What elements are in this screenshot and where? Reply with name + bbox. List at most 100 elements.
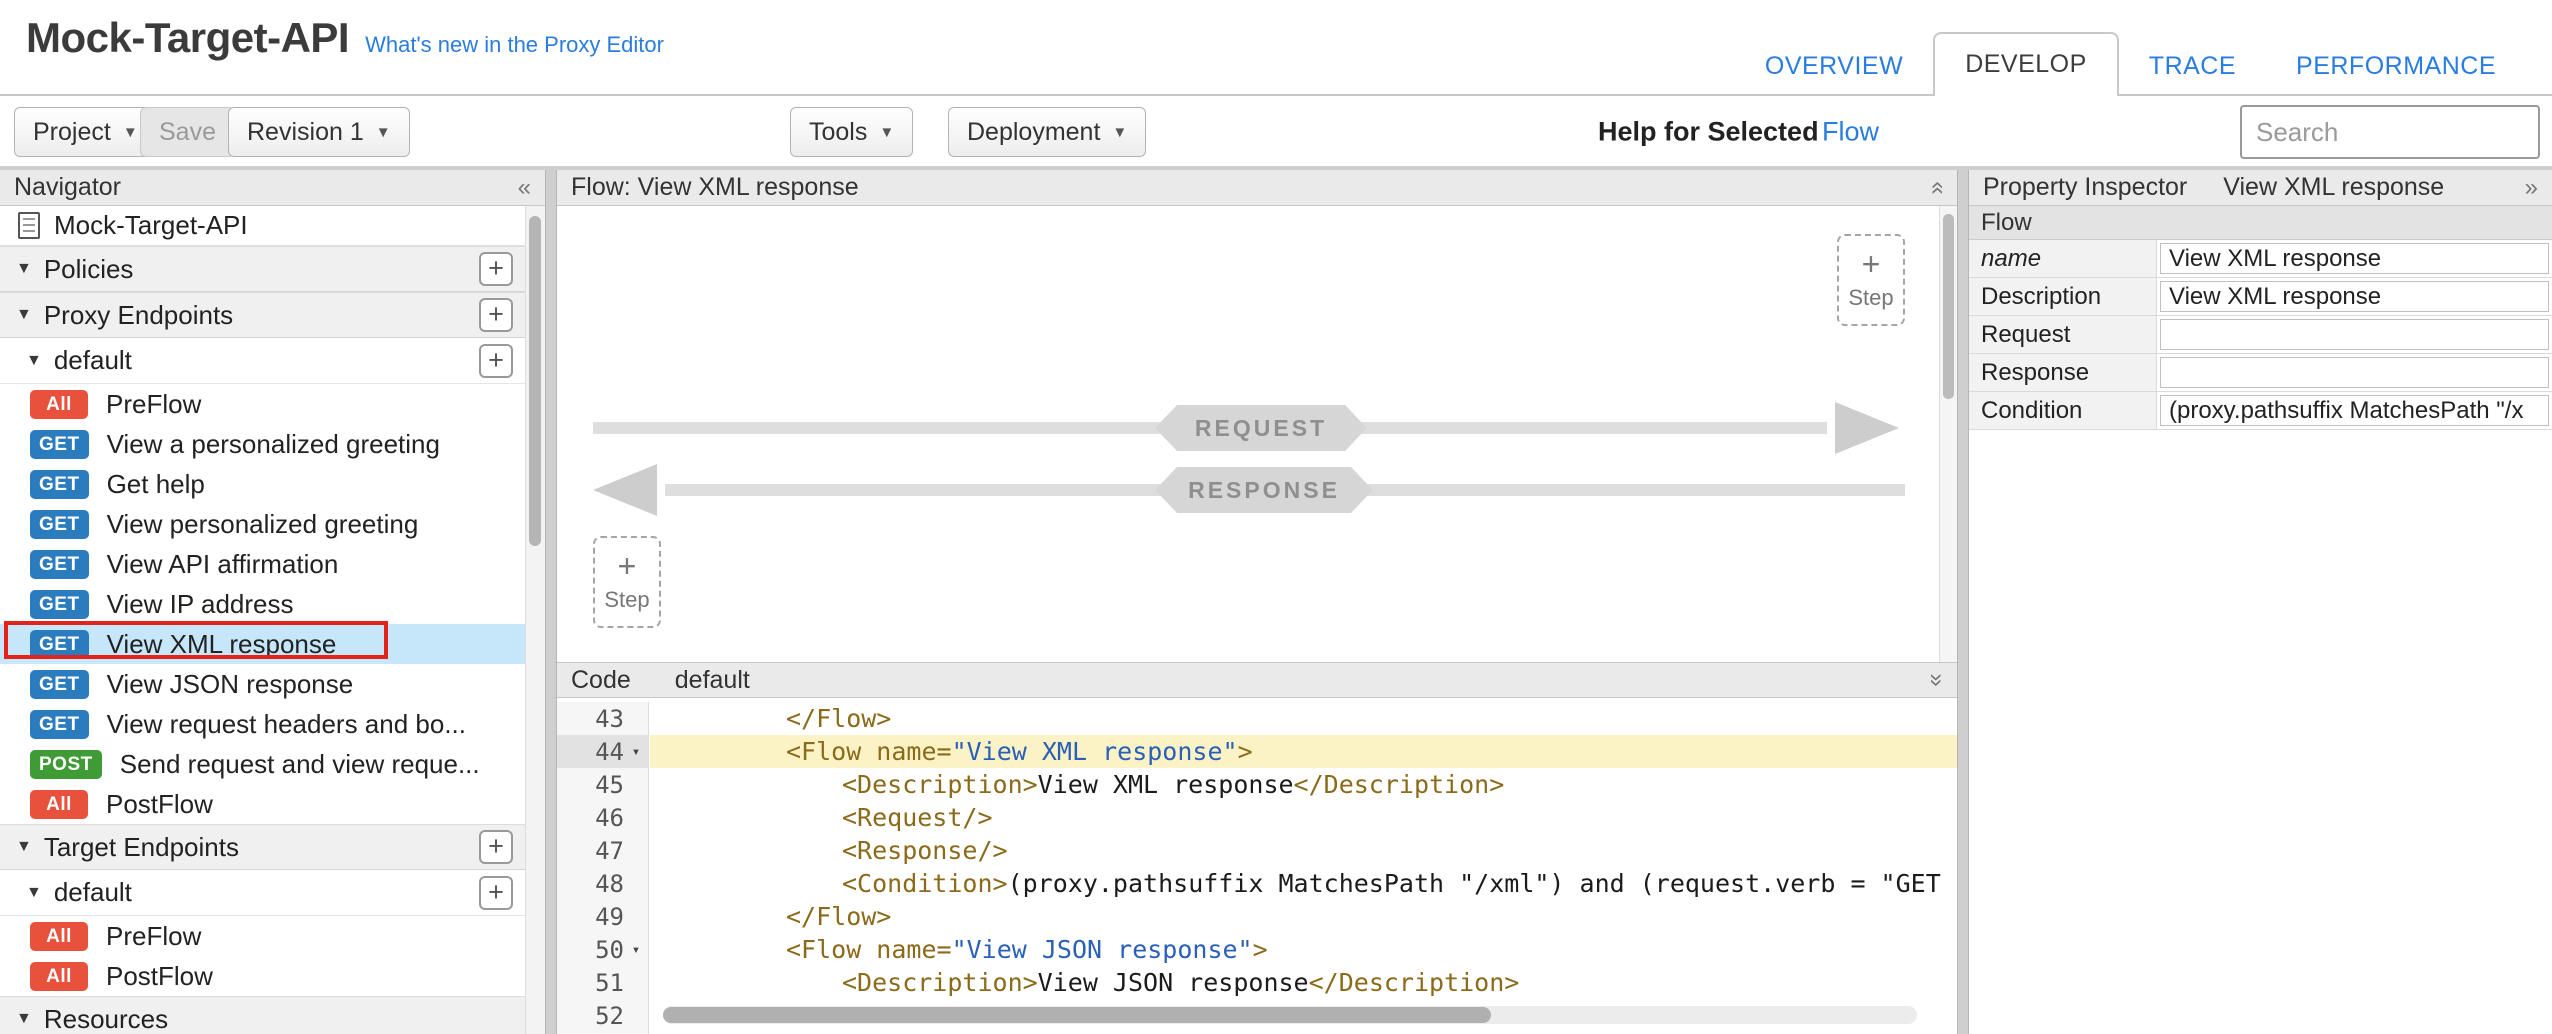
collapse-down-icon[interactable]: » — [1922, 673, 1950, 686]
nav-flow-view-a-personalized-greeting[interactable]: GETView a personalized greeting — [0, 424, 525, 464]
nav-flow-preflow[interactable]: AllPreFlow — [0, 916, 525, 956]
code-line[interactable]: <Condition>(proxy.pathsuffix MatchesPath… — [650, 867, 1957, 900]
gutter-line: 45 — [557, 768, 648, 801]
search-input[interactable] — [2240, 105, 2540, 159]
nav-root-mock-target-api[interactable]: Mock-Target-API — [0, 206, 525, 246]
chevron-down-icon: ▼ — [879, 124, 894, 141]
navigator-title: Navigator — [14, 173, 121, 202]
add-step-button-request[interactable]: + Step — [1837, 234, 1905, 326]
nav-flow-get-help[interactable]: GETGet help — [0, 464, 525, 504]
inspector-row-response: Response — [1969, 354, 2552, 392]
tab-performance[interactable]: PERFORMANCE — [2266, 36, 2526, 96]
flow-scrollbar-thumb[interactable] — [1943, 214, 1954, 399]
property-value-cell: View XML response — [2157, 278, 2552, 315]
method-badge: GET — [30, 670, 89, 699]
save-button[interactable]: Save — [140, 107, 235, 157]
fold-toggle-icon[interactable]: ▾ — [624, 744, 648, 760]
code-line[interactable]: <Request/> — [650, 801, 1957, 834]
revision-dropdown[interactable]: Revision 1 ▼ — [228, 107, 410, 157]
code-line[interactable]: <Response/> — [650, 834, 1957, 867]
property-value-field[interactable]: (proxy.pathsuffix MatchesPath "/x — [2160, 395, 2549, 426]
method-badge: All — [30, 790, 88, 819]
collapse-left-icon[interactable]: « — [518, 174, 531, 202]
project-dropdown[interactable]: Project ▼ — [14, 107, 157, 157]
code-line[interactable]: <Description>View XML response</Descript… — [650, 768, 1957, 801]
code-endpoint-name: default — [675, 666, 750, 695]
nav-flow-postflow[interactable]: AllPostFlow — [0, 956, 525, 996]
code-editor[interactable]: 4344▾454647484950▾5152 </Flow><Flow name… — [557, 698, 1957, 1034]
nav-item-label: PostFlow — [106, 789, 213, 820]
code-line[interactable]: <Flow name="View JSON response"> — [650, 933, 1957, 966]
code-token: </Description> — [1309, 968, 1520, 997]
inspector-row-request: Request — [1969, 316, 2552, 354]
nav-item-label: PreFlow — [106, 389, 201, 420]
code-line[interactable]: </Flow> — [650, 702, 1957, 735]
nav-endpoint-default[interactable]: ▼default+ — [0, 870, 525, 916]
nav-flow-view-json-response[interactable]: GETView JSON response — [0, 664, 525, 704]
nav-section-target-endpoints[interactable]: ▼ Target Endpoints + — [0, 824, 525, 870]
property-value-field[interactable] — [2160, 319, 2549, 350]
flow-scrollbar[interactable] — [1939, 206, 1957, 662]
nav-item-label: View personalized greeting — [107, 509, 419, 540]
tab-overview[interactable]: OVERVIEW — [1735, 36, 1933, 96]
caret-down-icon[interactable]: ▼ — [26, 884, 42, 902]
nav-flow-preflow[interactable]: AllPreFlow — [0, 384, 525, 424]
add-step-button-response[interactable]: + Step — [593, 536, 661, 628]
add-button[interactable]: + — [479, 252, 513, 286]
code-line[interactable]: <Description>View JSON response</Descrip… — [650, 966, 1957, 999]
whats-new-link[interactable]: What's new in the Proxy Editor — [365, 32, 664, 58]
nav-flow-view-request-headers-and-bo[interactable]: GETView request headers and bo... — [0, 704, 525, 744]
nav-flow-postflow[interactable]: All PostFlow — [0, 784, 525, 824]
add-button[interactable]: + — [479, 830, 513, 864]
nav-item-label: Target Endpoints — [44, 832, 239, 863]
property-value-field[interactable]: View XML response — [2160, 243, 2549, 274]
expand-right-icon[interactable]: » — [2525, 174, 2538, 202]
tab-develop[interactable]: DEVELOP — [1933, 32, 2119, 96]
nav-item-label: Mock-Target-API — [54, 210, 248, 241]
property-value-field[interactable] — [2160, 357, 2549, 388]
caret-down-icon[interactable]: ▼ — [16, 260, 32, 278]
code-horizontal-scrollbar-thumb[interactable] — [663, 1007, 1491, 1023]
add-button[interactable]: + — [479, 876, 513, 910]
nav-flow-view-xml-response[interactable]: GETView XML response — [0, 624, 525, 664]
help-flow-link[interactable]: Flow — [1822, 117, 1879, 148]
tab-trace[interactable]: TRACE — [2119, 36, 2266, 96]
caret-down-icon[interactable]: ▼ — [26, 352, 42, 370]
code-line[interactable]: <Flow name="View XML response"> — [650, 735, 1957, 768]
caret-down-icon[interactable]: ▼ — [16, 838, 32, 856]
request-arrow-icon — [1835, 402, 1899, 454]
code-line[interactable]: </Flow> — [650, 900, 1957, 933]
fold-toggle-icon[interactable]: ▾ — [624, 942, 648, 958]
line-number: 47 — [557, 837, 624, 865]
method-badge: GET — [30, 550, 89, 579]
property-value-field[interactable]: View XML response — [2160, 281, 2549, 312]
code-horizontal-scrollbar[interactable] — [663, 1006, 1917, 1024]
nav-section-proxy-endpoints[interactable]: ▼Proxy Endpoints+ — [0, 292, 525, 338]
nav-flow-send-request-and-view-reque[interactable]: POSTSend request and view reque... — [0, 744, 525, 784]
nav-endpoint-default[interactable]: ▼default+ — [0, 338, 525, 384]
code-token: </Flow> — [786, 902, 891, 931]
caret-down-icon[interactable]: ▼ — [16, 1010, 32, 1028]
nav-flow-view-api-affirmation[interactable]: GETView API affirmation — [0, 544, 525, 584]
project-dropdown-label: Project — [33, 118, 111, 147]
flow-header: Flow: View XML response » — [557, 170, 1957, 206]
tools-dropdown[interactable]: Tools ▼ — [790, 107, 913, 157]
collapse-up-icon[interactable]: » — [1922, 181, 1950, 194]
nav-section-policies[interactable]: ▼Policies+ — [0, 246, 525, 292]
add-button[interactable]: + — [479, 298, 513, 332]
add-button[interactable]: + — [479, 344, 513, 378]
nav-flow-view-ip-address[interactable]: GETView IP address — [0, 584, 525, 624]
code-lines[interactable]: </Flow><Flow name="View XML response"><D… — [650, 702, 1957, 1034]
deployment-dropdown[interactable]: Deployment ▼ — [948, 107, 1146, 157]
flow-title: Flow: View XML response — [571, 173, 859, 202]
nav-flow-view-personalized-greeting[interactable]: GETView personalized greeting — [0, 504, 525, 544]
nav-section-resources[interactable]: ▼Resources — [0, 996, 525, 1034]
gutter-line: 52 — [557, 999, 648, 1032]
flow-editor-panel: Flow: View XML response » + Step REQUEST… — [556, 170, 1958, 1034]
response-flow-label: RESPONSE — [1155, 467, 1373, 513]
navigator-scrollbar-thumb[interactable] — [529, 216, 541, 546]
inspector-row-description: DescriptionView XML response — [1969, 278, 2552, 316]
caret-down-icon[interactable]: ▼ — [16, 306, 32, 324]
flow-canvas: + Step REQUEST RESPONSE + Step — [557, 206, 1939, 662]
navigator-scrollbar[interactable] — [525, 206, 545, 1034]
